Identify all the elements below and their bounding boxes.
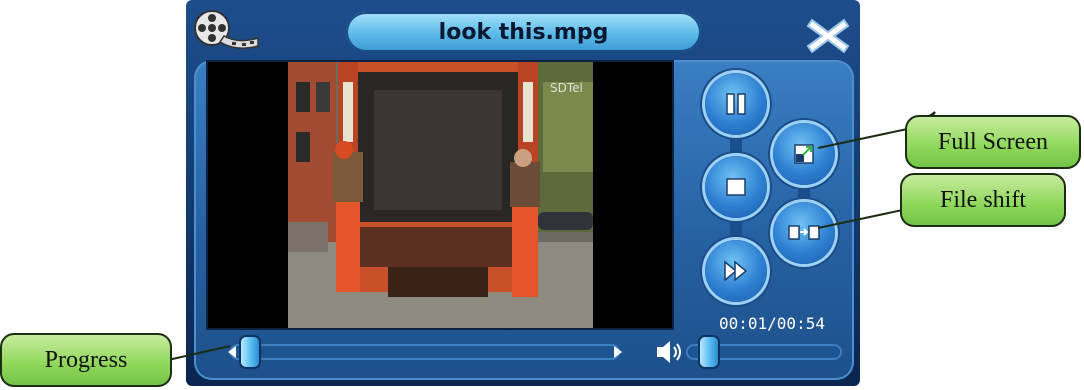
file-shift-callout: File shift xyxy=(900,173,1066,227)
full-screen-callout: Full Screen xyxy=(905,115,1081,169)
progress-callout-label: Progress xyxy=(44,346,128,373)
file-shift-callout-label: File shift xyxy=(939,186,1026,213)
progress-callout: Progress xyxy=(0,333,172,387)
full-screen-callout-label: Full Screen xyxy=(938,128,1048,155)
